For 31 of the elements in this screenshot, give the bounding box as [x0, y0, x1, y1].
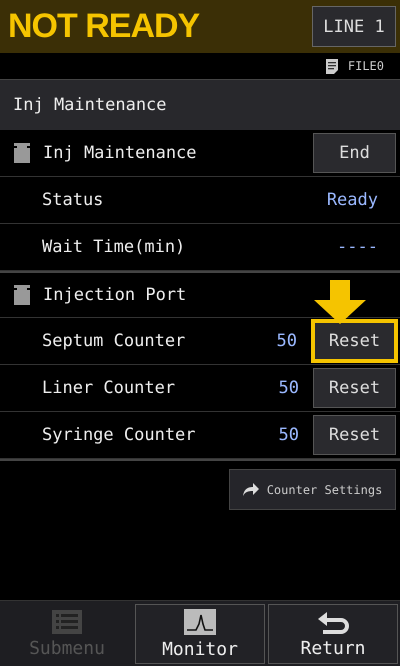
- setting-value: 50: [278, 378, 299, 398]
- reset-button[interactable]: Reset: [311, 319, 398, 363]
- monitor-button[interactable]: Monitor: [135, 604, 265, 664]
- counter-settings-button[interactable]: Counter Settings: [229, 469, 396, 510]
- setting-label: Status: [41, 190, 104, 210]
- status-text: NOT READY: [8, 7, 200, 46]
- reset-button[interactable]: Reset: [313, 415, 396, 455]
- setting-label: Wait Time(min): [41, 237, 186, 257]
- reset-button[interactable]: Reset: [313, 368, 396, 408]
- line-button[interactable]: LINE 1: [312, 6, 396, 47]
- setting-value: 50: [278, 425, 299, 445]
- weight-icon: [13, 142, 31, 164]
- file-name: FILE0: [348, 59, 384, 73]
- pointer-arrow: [312, 280, 368, 324]
- setting-label: Syringe Counter: [41, 425, 197, 445]
- curved-arrow-icon: [242, 483, 259, 496]
- setting-label: Liner Counter: [41, 378, 176, 398]
- end-button[interactable]: End: [313, 133, 396, 173]
- list-icon: [52, 610, 82, 634]
- section-heading: Injection Port: [43, 285, 188, 305]
- document-icon: [326, 58, 338, 74]
- setting-value: 50: [276, 331, 297, 351]
- screen-title: Inj Maintenance: [0, 79, 400, 130]
- chromatogram-icon: [184, 608, 216, 634]
- section-heading: Inj Maintenance: [43, 143, 198, 163]
- setting-label: Septum Counter: [41, 331, 186, 351]
- setting-value: Ready: [326, 190, 378, 210]
- return-button[interactable]: Return: [268, 604, 398, 664]
- weight-icon: [13, 284, 31, 306]
- setting-value: ----: [337, 237, 378, 257]
- return-icon: [316, 610, 350, 634]
